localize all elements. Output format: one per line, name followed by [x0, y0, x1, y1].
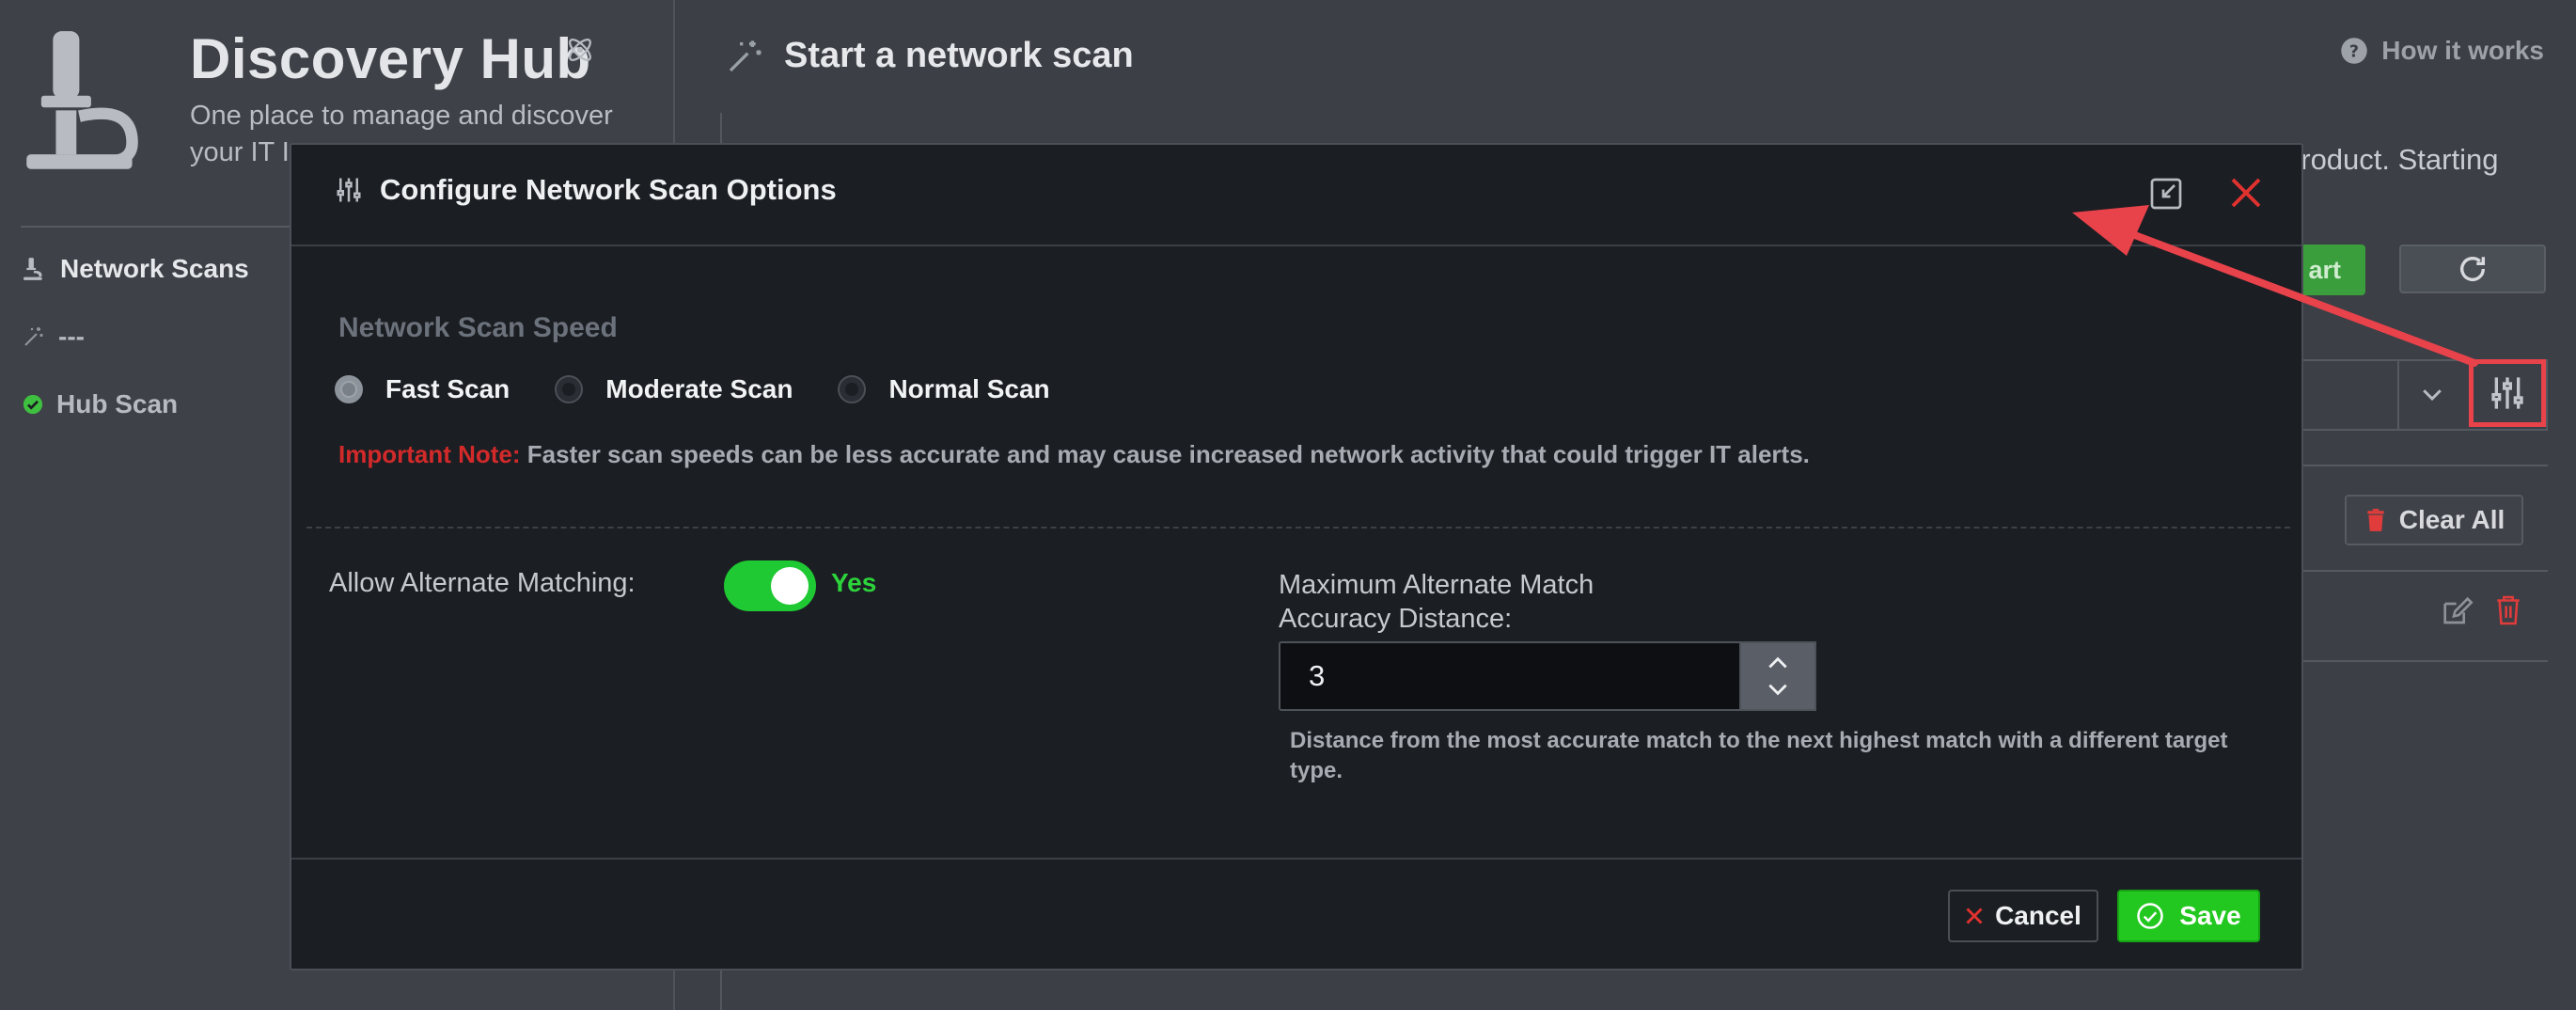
refresh-button[interactable] — [2399, 245, 2546, 293]
cancel-label: Cancel — [1995, 901, 2081, 930]
radio-label: Fast Scan — [385, 374, 510, 403]
check-circle-icon — [23, 394, 43, 415]
microscope-icon — [24, 258, 42, 280]
how-it-works-link[interactable]: ? How it works — [2340, 36, 2544, 66]
magic-wand-icon — [729, 39, 762, 71]
cancel-button[interactable]: Cancel — [1948, 890, 2098, 942]
radio-label: Moderate Scan — [605, 374, 793, 403]
close-icon — [1966, 907, 1983, 924]
radio-button[interactable] — [838, 375, 867, 403]
edit-icon[interactable] — [2441, 596, 2474, 626]
microscope-icon — [26, 31, 138, 169]
toggle-state-label: Yes — [831, 568, 877, 597]
sidebar-item-label: Hub Scan — [56, 389, 179, 418]
note-text: Faster scan speeds can be less accurate … — [520, 440, 1810, 468]
radio-button[interactable] — [555, 375, 584, 403]
radio-button-selected[interactable] — [335, 375, 363, 403]
clear-all-label: Clear All — [2398, 505, 2505, 534]
check-circle-icon — [2137, 903, 2164, 929]
sidebar-item-placeholder[interactable]: --- — [23, 322, 85, 352]
distance-help-text: Distance from the most accurate match to… — [1290, 728, 2228, 783]
question-circle-icon: ? — [2341, 38, 2368, 64]
chevron-up-icon[interactable] — [1766, 655, 1790, 671]
how-it-works-label: How it works — [2381, 36, 2544, 65]
sidebar-item-hub-scan[interactable]: Hub Scan — [23, 389, 178, 419]
page-title: Start a network scan — [726, 36, 1134, 76]
scan-speed-title: Network Scan Speed — [338, 312, 618, 343]
distance-value: 3 — [1309, 659, 1326, 692]
scan-options-button[interactable] — [2469, 359, 2546, 427]
app-title: Discovery Hub — [190, 27, 591, 90]
sidebar-item-label: Network Scans — [60, 254, 249, 283]
radio-fast-scan[interactable]: Fast Scan — [335, 374, 510, 404]
trash-icon[interactable] — [2495, 594, 2521, 626]
distance-input[interactable]: 3 — [1279, 641, 1816, 711]
minimize-icon[interactable] — [2149, 177, 2183, 211]
alternate-matching-toggle[interactable] — [724, 560, 816, 611]
start-scan-label: art — [2308, 255, 2341, 284]
speed-warning-note: Important Note: Faster scan speeds can b… — [338, 440, 1810, 469]
svg-text:?: ? — [2349, 42, 2359, 61]
select-divider — [2397, 361, 2399, 429]
distance-stepper[interactable] — [1739, 641, 1816, 711]
radio-moderate-scan[interactable]: Moderate Scan — [555, 374, 793, 404]
modal-title-text: Configure Network Scan Options — [380, 173, 837, 206]
close-icon[interactable] — [2226, 173, 2266, 213]
scan-speed-group: Fast Scan Moderate Scan Normal Scan — [335, 374, 1095, 404]
radio-label: Normal Scan — [888, 374, 1050, 403]
clear-all-button[interactable]: Clear All — [2345, 495, 2523, 545]
list-divider — [2285, 570, 2548, 572]
radio-normal-scan[interactable]: Normal Scan — [838, 374, 1050, 404]
magic-wand-icon — [24, 327, 43, 346]
section-divider — [306, 527, 2290, 529]
modal-header: Configure Network Scan Options — [291, 145, 2301, 246]
sidebar-item-label: --- — [58, 322, 85, 351]
distance-label: Maximum Alternate Match Accuracy Distanc… — [1279, 570, 1594, 634]
save-label: Save — [2179, 901, 2241, 930]
sliders-icon — [337, 178, 361, 202]
refresh-icon — [2459, 256, 2486, 281]
sliders-icon — [2491, 377, 2523, 409]
scan-options-modal: Configure Network Scan Options Network S… — [290, 143, 2303, 971]
page-title-text: Start a network scan — [784, 36, 1134, 75]
page-description: product. Starting — [2285, 143, 2499, 176]
modal-footer — [291, 858, 2301, 860]
modal-title: Configure Network Scan Options — [335, 173, 837, 207]
save-button[interactable]: Save — [2117, 890, 2260, 942]
atom-icon — [569, 39, 591, 61]
note-label: Important Note: — [338, 440, 521, 468]
sidebar-item-network-scans[interactable]: Network Scans — [23, 254, 249, 284]
alternate-matching-label: Allow Alternate Matching: — [329, 568, 636, 598]
chevron-down-icon[interactable] — [2418, 380, 2446, 408]
trash-icon — [2367, 509, 2384, 531]
chevron-down-icon[interactable] — [1766, 681, 1790, 698]
